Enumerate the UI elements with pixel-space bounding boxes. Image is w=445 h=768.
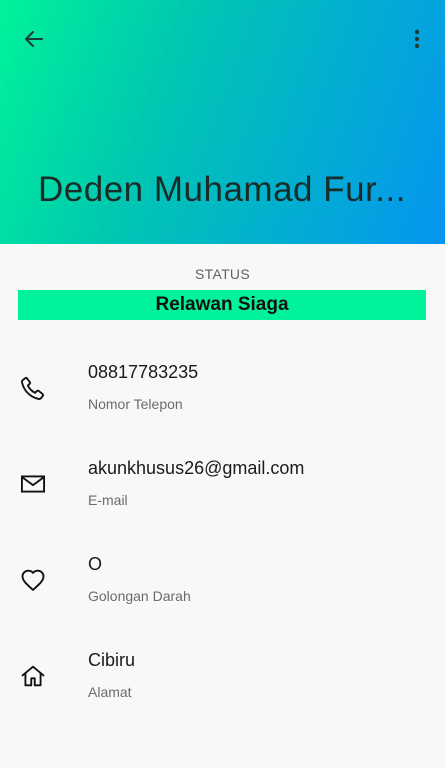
more-vert-icon (414, 29, 420, 49)
heart-icon (21, 569, 45, 591)
email-caption: E-mail (88, 492, 128, 508)
phone-row[interactable]: 08817783235 Nomor Telepon (0, 362, 445, 442)
status-label: STATUS (195, 266, 250, 282)
more-options-button[interactable] (399, 22, 435, 56)
phone-value: 08817783235 (88, 362, 199, 382)
arrow-left-icon (25, 31, 43, 47)
phone-caption: Nomor Telepon (88, 396, 183, 412)
blood-type-caption: Golongan Darah (88, 588, 191, 604)
address-row[interactable]: Cibiru Alamat (0, 650, 445, 730)
blood-type-row[interactable]: O Golongan Darah (0, 554, 445, 634)
profile-name: Deden Muhamad Fur... (38, 170, 406, 209)
email-row[interactable]: akunkhusus26@gmail.com E-mail (0, 458, 445, 538)
home-icon (21, 665, 45, 687)
email-value: akunkhusus26@gmail.com (88, 458, 305, 478)
back-button[interactable] (14, 22, 54, 56)
address-caption: Alamat (88, 684, 132, 700)
profile-header: Deden Muhamad Fur... (0, 0, 445, 244)
blood-type-value: O (88, 554, 103, 574)
status-badge: Relawan Siaga (18, 290, 426, 320)
address-value: Cibiru (88, 650, 136, 670)
mail-icon (20, 475, 46, 493)
phone-icon (21, 376, 45, 400)
